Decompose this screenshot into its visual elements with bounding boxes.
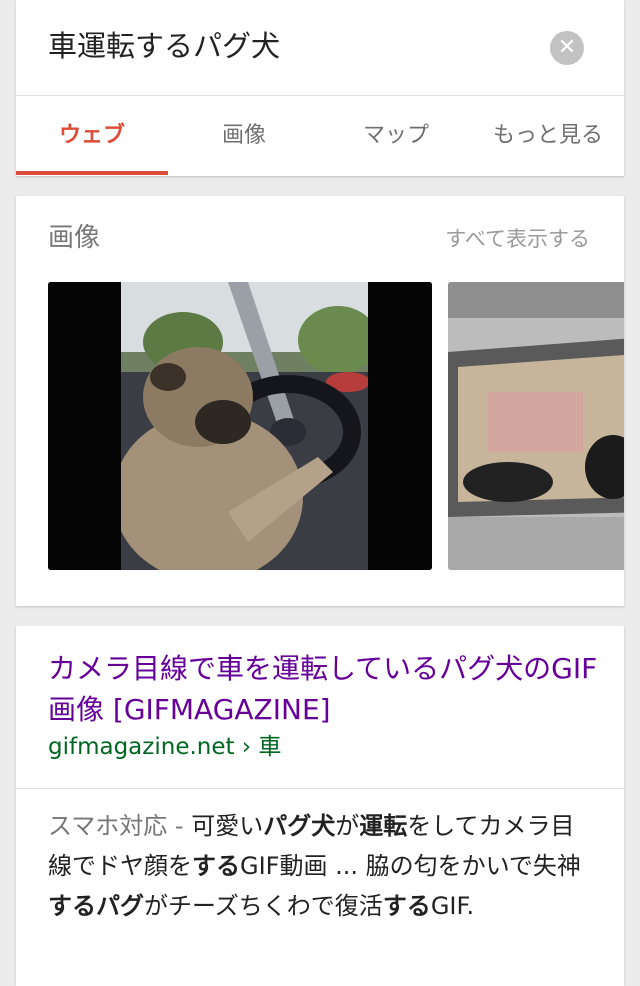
snippet-text: GIF動画 ... 脇の匂をかいで失神 xyxy=(240,852,581,880)
snippet-date: スマホ対応 - xyxy=(48,812,192,840)
snippet-text: が xyxy=(335,812,360,840)
search-card: 車運転するパグ犬 ✕ ウェブ 画像 マップ もっと見る xyxy=(16,0,624,176)
search-tabs: ウェブ 画像 マップ もっと見る xyxy=(16,96,624,176)
result-url[interactable]: gifmagazine.net › 車 xyxy=(48,730,281,764)
tab-web[interactable]: ウェブ xyxy=(16,96,168,176)
result-title-link[interactable]: カメラ目線で車を運転しているパグ犬のGIF画像 [GIFMAGAZINE] xyxy=(48,648,608,730)
image-thumbnail-car-window[interactable] xyxy=(448,282,624,570)
snippet-keyword: パグ xyxy=(96,892,144,920)
search-input[interactable]: 車運転するパグ犬 xyxy=(48,24,280,68)
close-icon[interactable]: ✕ xyxy=(550,31,584,65)
search-result-card: カメラ目線で車を運転しているパグ犬のGIF画像 [GIFMAGAZINE] gi… xyxy=(16,626,624,986)
snippet-keyword: する xyxy=(48,892,96,920)
snippet-text: GIF. xyxy=(430,892,475,920)
snippet-keyword: 運転 xyxy=(359,812,408,840)
car-window-image xyxy=(448,282,624,570)
image-thumbnail-pug-driving[interactable] xyxy=(48,282,432,570)
snippet-text: 可愛い xyxy=(191,812,264,840)
snippet-keyword: する xyxy=(192,852,240,880)
search-bar[interactable]: 車運転するパグ犬 ✕ xyxy=(16,0,624,96)
snippet-keyword: する xyxy=(382,892,431,920)
active-tab-indicator xyxy=(16,171,168,175)
images-section-title: 画像 xyxy=(48,223,101,253)
result-divider xyxy=(16,788,624,789)
pug-driving-image xyxy=(48,282,432,570)
snippet-text: がチーズちくわで復活 xyxy=(144,892,383,920)
tab-images[interactable]: 画像 xyxy=(168,96,320,176)
result-snippet: スマホ対応 - 可愛いパグ犬が運転をしてカメラ目線でドヤ顔をするGIF動画 ..… xyxy=(48,806,596,926)
tab-maps[interactable]: マップ xyxy=(320,96,472,176)
show-all-images-link[interactable]: すべて表示する xyxy=(445,222,590,256)
images-card: 画像 すべて表示する xyxy=(16,196,624,606)
snippet-keyword: パグ犬 xyxy=(263,812,336,840)
tab-more[interactable]: もっと見る xyxy=(472,96,624,176)
